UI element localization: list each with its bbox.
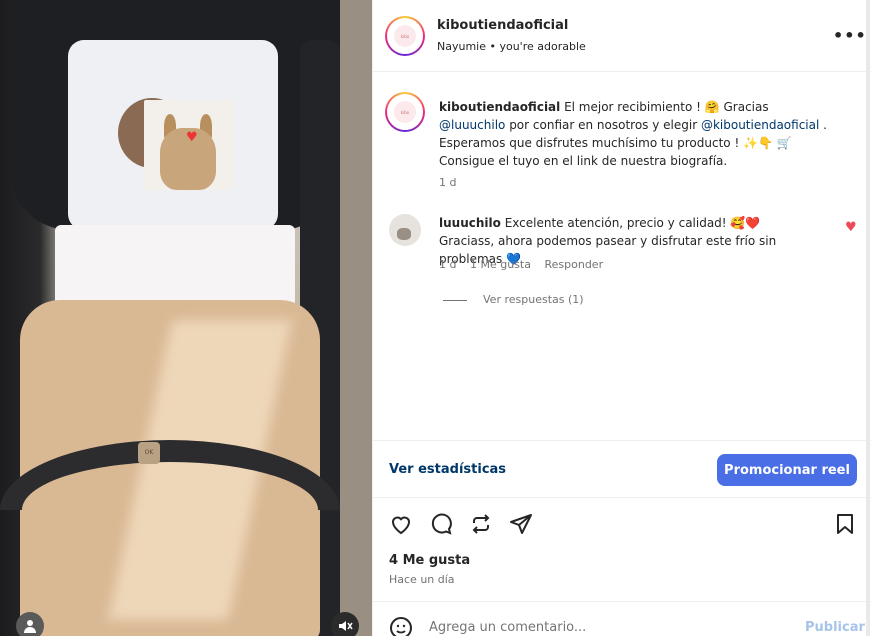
comment-icon[interactable]: [427, 510, 455, 538]
mention-link[interactable]: @luuuchilo: [439, 118, 505, 132]
comment-composer: Publicar: [373, 601, 871, 636]
floor-strip: [340, 0, 372, 636]
caption-username[interactable]: kiboutiendaoficial: [439, 100, 560, 114]
emoji-icon[interactable]: [389, 616, 413, 636]
logo-icon: kibo: [394, 101, 416, 123]
audio-track[interactable]: Nayumie • you're adorable: [437, 40, 586, 53]
logo-icon: kibo: [394, 25, 416, 47]
caption-part-1: El mejor recibimiento ! 🤗 Gracias: [560, 100, 769, 114]
mention-link[interactable]: @kiboutiendaoficial: [701, 118, 819, 132]
post-date: Hace un día: [389, 573, 455, 586]
comment-time: 1 d: [439, 258, 457, 271]
bookmark-icon[interactable]: [831, 510, 859, 538]
repost-icon[interactable]: [467, 510, 495, 538]
view-stats-link[interactable]: Ver estadísticas: [389, 462, 506, 477]
llama-sticker: ♥: [144, 100, 234, 190]
promote-reel-button[interactable]: Promocionar reel: [717, 454, 857, 486]
comment-input[interactable]: [429, 620, 769, 635]
commenter-avatar[interactable]: [389, 214, 421, 246]
post-header: kibo kiboutiendaoficial Nayumie • you're…: [373, 0, 871, 72]
comment-meta: 1 d 1 Me gusta Responder: [439, 258, 613, 271]
account-avatar[interactable]: kibo: [385, 16, 425, 56]
view-replies-button[interactable]: Ver respuestas (1): [483, 293, 584, 306]
muted-speaker-icon[interactable]: [331, 612, 359, 636]
action-bar: [373, 510, 871, 540]
scrollbar-track[interactable]: [866, 0, 870, 636]
publish-button[interactable]: Publicar: [805, 620, 865, 635]
comment-like-heart-icon[interactable]: ♥: [845, 220, 857, 235]
heart-icon: ♥: [186, 130, 198, 145]
replies-divider: [443, 300, 467, 301]
account-username[interactable]: kiboutiendaoficial: [437, 18, 568, 33]
stats-bar: Ver estadísticas Promocionar reel: [373, 440, 871, 498]
likes-count[interactable]: 4 Me gusta: [389, 553, 470, 568]
user-icon[interactable]: [16, 612, 44, 636]
caption-part-2: por confiar en nosotros y elegir: [505, 118, 701, 132]
comment-likes[interactable]: 1 Me gusta: [470, 258, 531, 271]
reel-media[interactable]: ♥ OK: [0, 0, 372, 636]
caption-text: kiboutiendaoficial El mejor recibimiento…: [439, 98, 829, 170]
share-icon[interactable]: [507, 510, 535, 538]
commenter-username[interactable]: luuuchilo: [439, 216, 501, 230]
more-dots-icon[interactable]: •••: [833, 26, 867, 45]
caption-avatar[interactable]: kibo: [385, 92, 425, 132]
post-panel: kibo kiboutiendaoficial Nayumie • you're…: [372, 0, 871, 636]
brand-tag: OK: [138, 442, 160, 464]
comments-section: kibo kiboutiendaoficial El mejor recibim…: [373, 72, 871, 440]
caption-time: 1 d: [439, 176, 457, 189]
reply-button[interactable]: Responder: [544, 258, 603, 271]
heart-icon[interactable]: [387, 510, 415, 538]
